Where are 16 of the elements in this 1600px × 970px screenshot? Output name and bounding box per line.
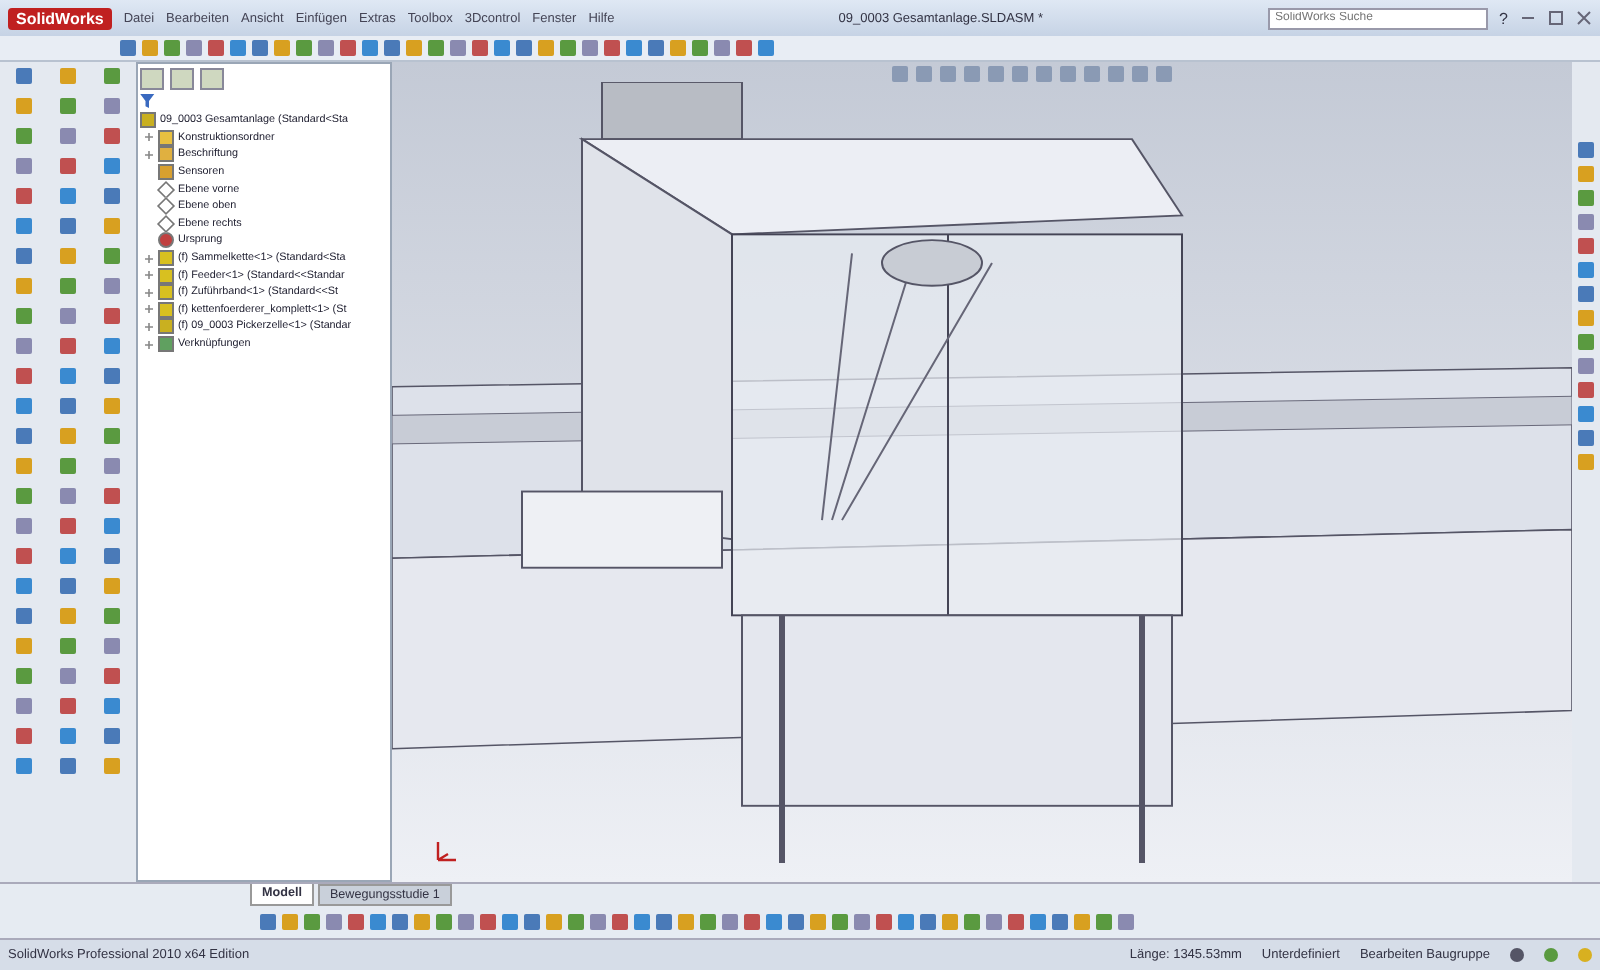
help-button[interactable]: ? xyxy=(1499,9,1508,27)
expand-icon[interactable] xyxy=(144,339,154,350)
expand-icon[interactable] xyxy=(144,270,154,281)
expand-icon[interactable] xyxy=(144,321,154,332)
status-icon[interactable] xyxy=(1544,948,1558,962)
axis-triad-icon xyxy=(432,838,460,866)
filter-icon[interactable] xyxy=(140,94,158,108)
status-icon[interactable] xyxy=(1510,948,1524,962)
close-icon[interactable] xyxy=(1576,10,1592,26)
expand-icon[interactable] xyxy=(144,132,154,143)
expand-icon[interactable] xyxy=(144,149,154,160)
expand-icon[interactable] xyxy=(144,253,154,264)
expand-icon[interactable] xyxy=(144,287,154,298)
maximize-icon[interactable] xyxy=(1548,10,1564,26)
expand-icon[interactable] xyxy=(144,304,154,315)
app-logo[interactable]: SolidWorks xyxy=(8,7,112,29)
